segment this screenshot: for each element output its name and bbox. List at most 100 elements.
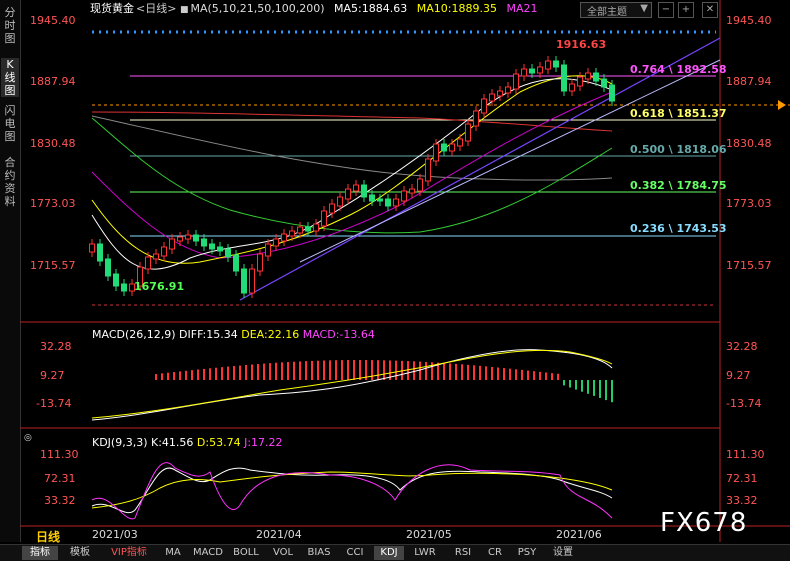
kdj-label[interactable]: KDJ(9,3,3) bbox=[92, 436, 148, 449]
candle bbox=[561, 64, 567, 92]
candle bbox=[393, 198, 399, 207]
tab-kdj[interactable]: KDJ bbox=[374, 546, 404, 560]
candle bbox=[369, 194, 375, 202]
kdj-header: KDJ(9,3,3) K:41.56 D:53.74 J:17.22 bbox=[92, 436, 283, 449]
tab-cr[interactable]: CR bbox=[482, 546, 508, 560]
candle bbox=[601, 78, 607, 88]
fib-0500: 0.500 \ 1818.06 bbox=[630, 143, 727, 156]
candle bbox=[265, 243, 271, 257]
candle bbox=[233, 254, 239, 272]
fib-0236: 0.236 \ 1743.53 bbox=[630, 222, 727, 235]
candle bbox=[505, 86, 511, 94]
tab-cci[interactable]: CCI bbox=[340, 546, 370, 560]
macd-header: MACD(26,12,9) DIFF:15.34 DEA:22.16 MACD:… bbox=[92, 328, 375, 341]
tab-vip-indicators[interactable]: VIP指标 bbox=[104, 546, 154, 560]
indicator-tab-strip: 指标 模板 VIP指标 MA MACD BOLL VOL BIAS CCI KD… bbox=[0, 544, 790, 561]
tab-templates[interactable]: 模板 bbox=[62, 546, 98, 560]
candle bbox=[489, 93, 495, 102]
candle bbox=[337, 196, 343, 207]
price-marker bbox=[778, 100, 786, 110]
macd-value: MACD:-13.64 bbox=[302, 328, 375, 341]
macd-axis-1: 32.28 bbox=[726, 340, 758, 353]
candle bbox=[121, 283, 127, 292]
candle bbox=[313, 223, 319, 232]
candle bbox=[241, 268, 247, 294]
candle bbox=[449, 143, 455, 152]
candle bbox=[217, 246, 223, 252]
date-label-4: 2021/06 bbox=[556, 528, 602, 541]
low-price-label: 1676.91 bbox=[134, 280, 185, 293]
macd-dea: DEA:22.16 bbox=[241, 328, 300, 341]
tab-indicators[interactable]: 指标 bbox=[22, 546, 58, 560]
candle bbox=[249, 268, 255, 294]
candle bbox=[353, 184, 359, 192]
kdj-j: J:17.22 bbox=[244, 436, 283, 449]
kdj-axis-2: 72.31 bbox=[726, 472, 758, 485]
candle bbox=[417, 178, 423, 192]
kdj-axis-1: 111.30 bbox=[726, 448, 765, 461]
macd-diff: DIFF:15.34 bbox=[179, 328, 238, 341]
macd-label[interactable]: MACD(26,12,9) bbox=[92, 328, 176, 341]
price-axis-left-4: 1773.03 bbox=[30, 197, 76, 210]
candle bbox=[329, 203, 335, 214]
candle bbox=[465, 123, 471, 142]
kdj-k: K:41.56 bbox=[151, 436, 194, 449]
date-label-3: 2021/05 bbox=[406, 528, 452, 541]
candle bbox=[193, 234, 199, 242]
macd-axis-left-3: -13.74 bbox=[36, 397, 72, 410]
tab-bias[interactable]: BIAS bbox=[302, 546, 336, 560]
candle bbox=[361, 184, 367, 198]
gear-icon[interactable]: ◎ bbox=[24, 433, 32, 443]
candle bbox=[161, 246, 167, 257]
price-axis-2: 1887.94 bbox=[726, 75, 772, 88]
date-label-2: 2021/04 bbox=[256, 528, 302, 541]
tab-rsi[interactable]: RSI bbox=[448, 546, 478, 560]
candle bbox=[377, 198, 383, 202]
candle bbox=[545, 60, 551, 70]
price-axis-5: 1715.57 bbox=[726, 259, 772, 272]
candle bbox=[345, 188, 351, 200]
candle bbox=[569, 83, 575, 92]
macd-axis-2: 9.27 bbox=[726, 369, 751, 382]
high-price-label: 1916.63 bbox=[556, 38, 607, 51]
tab-lwr[interactable]: LWR bbox=[408, 546, 442, 560]
candle bbox=[169, 238, 175, 250]
candle bbox=[425, 158, 431, 182]
candle bbox=[593, 72, 599, 82]
candle bbox=[201, 238, 207, 247]
macd-axis-3: -13.74 bbox=[726, 397, 762, 410]
candle bbox=[257, 253, 263, 272]
fib-0618: 0.618 \ 1851.37 bbox=[630, 107, 727, 120]
price-axis-left-1: 1945.40 bbox=[30, 14, 76, 27]
price-axis-3: 1830.48 bbox=[726, 137, 772, 150]
candle bbox=[209, 243, 215, 250]
tab-settings[interactable]: 设置 bbox=[546, 546, 580, 560]
tab-vol[interactable]: VOL bbox=[268, 546, 298, 560]
candle bbox=[609, 84, 615, 102]
candle bbox=[321, 210, 327, 227]
candle bbox=[273, 238, 279, 247]
fib-0764: 0.764 \ 1892.58 bbox=[630, 63, 727, 76]
candle bbox=[497, 90, 503, 97]
date-label-1: 2021/03 bbox=[92, 528, 138, 541]
candle bbox=[185, 234, 191, 240]
kdj-axis-3: 33.32 bbox=[726, 494, 758, 507]
tab-ma[interactable]: MA bbox=[158, 546, 188, 560]
fib-0382: 0.382 \ 1784.75 bbox=[630, 179, 727, 192]
candle bbox=[385, 198, 391, 207]
kdj-d: D:53.74 bbox=[196, 436, 241, 449]
candle bbox=[585, 72, 591, 80]
period-button[interactable]: 日线 bbox=[36, 528, 60, 545]
macd-axis-left-1: 32.28 bbox=[40, 340, 72, 353]
tab-psy[interactable]: PSY bbox=[512, 546, 542, 560]
candle bbox=[529, 68, 535, 74]
tab-boll[interactable]: BOLL bbox=[228, 546, 264, 560]
candle bbox=[577, 76, 583, 87]
chart-area[interactable] bbox=[0, 0, 790, 542]
candle bbox=[153, 253, 159, 260]
candle bbox=[553, 60, 559, 68]
candle bbox=[441, 143, 447, 152]
tab-macd[interactable]: MACD bbox=[190, 546, 226, 560]
candle bbox=[473, 110, 479, 127]
price-axis-left-2: 1887.94 bbox=[30, 75, 76, 88]
